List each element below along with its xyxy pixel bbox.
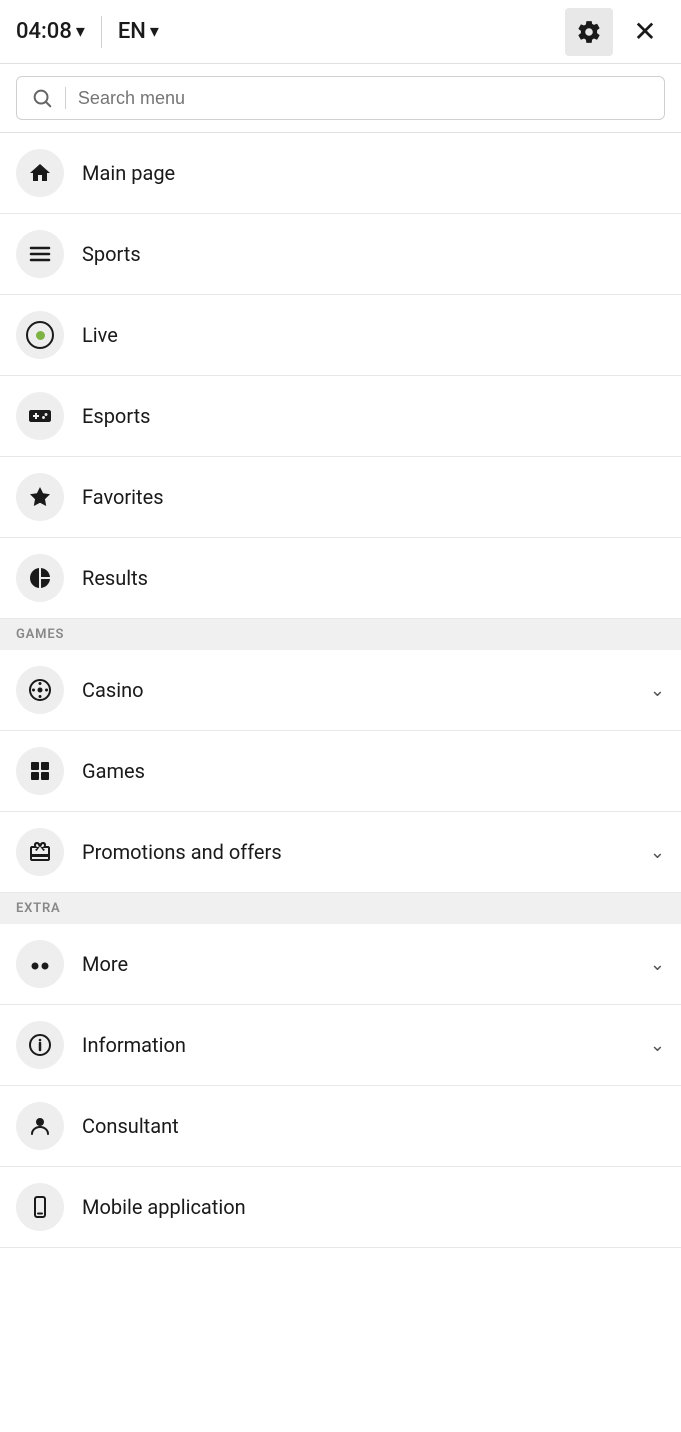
sidebar-item-label: More	[82, 952, 642, 976]
sidebar-item-casino[interactable]: Casino ⌄	[0, 650, 681, 731]
sports-icon	[16, 230, 64, 278]
consultant-icon	[16, 1102, 64, 1150]
sidebar-item-results[interactable]: Results	[0, 538, 681, 619]
time-display[interactable]: 04:08 ▾	[16, 19, 85, 44]
info-icon	[16, 1021, 64, 1069]
menu-main: Main page Sports Live Esports	[0, 133, 681, 619]
sidebar-item-more[interactable]: More ⌄	[0, 924, 681, 1005]
time-value: 04:08	[16, 19, 72, 44]
section-games: GAMES Casino ⌄ Games	[0, 619, 681, 893]
star-icon	[16, 473, 64, 521]
sidebar-item-label: Sports	[82, 242, 665, 266]
sidebar-item-sports[interactable]: Sports	[0, 214, 681, 295]
header-divider	[101, 16, 102, 48]
casino-icon	[16, 666, 64, 714]
section-header-games: GAMES	[0, 619, 681, 650]
time-chevron-icon: ▾	[76, 21, 85, 42]
mobile-icon	[16, 1183, 64, 1231]
sidebar-item-consultant[interactable]: Consultant	[0, 1086, 681, 1167]
language-selector[interactable]: EN ▾	[118, 19, 159, 44]
live-icon	[16, 311, 64, 359]
results-icon	[16, 554, 64, 602]
sidebar-item-main-page[interactable]: Main page	[0, 133, 681, 214]
more-icon	[16, 940, 64, 988]
chevron-down-icon: ⌄	[650, 842, 665, 863]
sidebar-item-information[interactable]: Information ⌄	[0, 1005, 681, 1086]
sidebar-item-label: Mobile application	[82, 1195, 665, 1219]
sidebar-item-label: Consultant	[82, 1114, 665, 1138]
sidebar-item-label: Information	[82, 1033, 642, 1057]
search-input[interactable]	[78, 88, 650, 109]
chevron-down-icon: ⌄	[650, 954, 665, 975]
sidebar-item-mobile-app[interactable]: Mobile application	[0, 1167, 681, 1248]
gear-icon	[576, 19, 602, 45]
sidebar-item-label: Favorites	[82, 485, 665, 509]
close-icon: ✕	[633, 15, 656, 48]
sidebar-item-games[interactable]: Games	[0, 731, 681, 812]
search-divider	[65, 87, 66, 109]
home-icon	[16, 149, 64, 197]
chevron-down-icon: ⌄	[650, 680, 665, 701]
sidebar-item-label: Promotions and offers	[82, 840, 642, 864]
lang-chevron-icon: ▾	[150, 21, 159, 42]
sidebar-item-label: Live	[82, 323, 665, 347]
sidebar-item-favorites[interactable]: Favorites	[0, 457, 681, 538]
esports-icon	[16, 392, 64, 440]
settings-button[interactable]	[565, 8, 613, 56]
search-section	[0, 64, 681, 133]
sidebar-item-label: Casino	[82, 678, 642, 702]
app-header: 04:08 ▾ EN ▾ ✕	[0, 0, 681, 64]
promotions-icon	[16, 828, 64, 876]
section-header-extra: EXTRA	[0, 893, 681, 924]
sidebar-item-live[interactable]: Live	[0, 295, 681, 376]
sidebar-item-label: Main page	[82, 161, 665, 185]
sidebar-item-label: Games	[82, 759, 665, 783]
sidebar-item-label: Results	[82, 566, 665, 590]
sidebar-item-esports[interactable]: Esports	[0, 376, 681, 457]
search-box[interactable]	[16, 76, 665, 120]
sidebar-item-promotions[interactable]: Promotions and offers ⌄	[0, 812, 681, 893]
language-value: EN	[118, 19, 146, 44]
sidebar-item-label: Esports	[82, 404, 665, 428]
close-button[interactable]: ✕	[625, 12, 665, 52]
search-icon	[31, 87, 53, 109]
games-icon	[16, 747, 64, 795]
section-extra: EXTRA More ⌄ Information ⌄	[0, 893, 681, 1248]
chevron-down-icon: ⌄	[650, 1035, 665, 1056]
